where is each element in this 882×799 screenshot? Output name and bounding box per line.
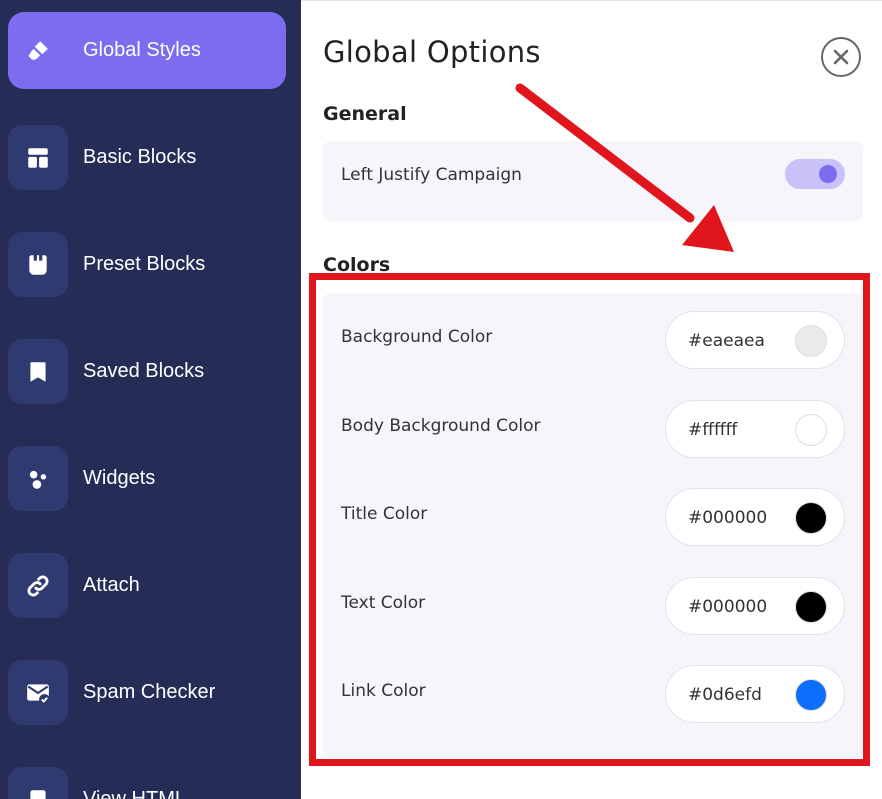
sidebar-item-attach[interactable]: Attach bbox=[8, 547, 286, 624]
sidebar-item-global-styles[interactable]: Global Styles bbox=[8, 12, 286, 89]
annotation-highlight-box bbox=[309, 273, 870, 766]
left-justify-toggle[interactable] bbox=[785, 159, 845, 189]
file-icon bbox=[8, 767, 68, 799]
sidebar-item-label: Saved Blocks bbox=[83, 360, 205, 382]
layout-icon bbox=[8, 125, 68, 190]
sidebar-item-spam-checker[interactable]: Spam Checker bbox=[8, 654, 286, 731]
sidebar-item-label: Preset Blocks bbox=[83, 253, 206, 275]
sidebar-item-basic-blocks[interactable]: Basic Blocks bbox=[8, 119, 286, 196]
sidebar-item-label: Widgets bbox=[83, 467, 156, 489]
sidebar-item-label: View HTML bbox=[83, 788, 186, 799]
sidebar-item-label: Attach bbox=[83, 574, 140, 596]
close-icon bbox=[833, 49, 849, 65]
sidebar-item-label: Spam Checker bbox=[83, 681, 216, 703]
sidebar-item-preset-blocks[interactable]: Preset Blocks bbox=[8, 226, 286, 303]
general-card: Left Justify Campaign bbox=[323, 141, 863, 221]
toggle-knob bbox=[819, 165, 837, 183]
link-icon bbox=[8, 553, 68, 618]
page-title: Global Options bbox=[323, 35, 541, 69]
left-justify-label: Left Justify Campaign bbox=[341, 165, 522, 185]
sidebar-item-widgets[interactable]: Widgets bbox=[8, 440, 286, 517]
brush-icon bbox=[8, 18, 68, 83]
sidebar-item-label: Global Styles bbox=[83, 39, 201, 61]
dots-icon bbox=[8, 446, 68, 511]
close-button[interactable] bbox=[821, 37, 861, 77]
sidebar-item-label: Basic Blocks bbox=[83, 146, 197, 168]
preset-icon bbox=[8, 232, 68, 297]
sidebar-item-saved-blocks[interactable]: Saved Blocks bbox=[8, 333, 286, 410]
sidebar-item-view-html[interactable]: View HTML bbox=[8, 761, 286, 799]
mail-check-icon bbox=[8, 660, 68, 725]
sidebar: Global Styles Basic Blocks Preset Blocks… bbox=[0, 0, 301, 799]
general-heading: General bbox=[323, 103, 407, 125]
bookmark-icon bbox=[8, 339, 68, 404]
